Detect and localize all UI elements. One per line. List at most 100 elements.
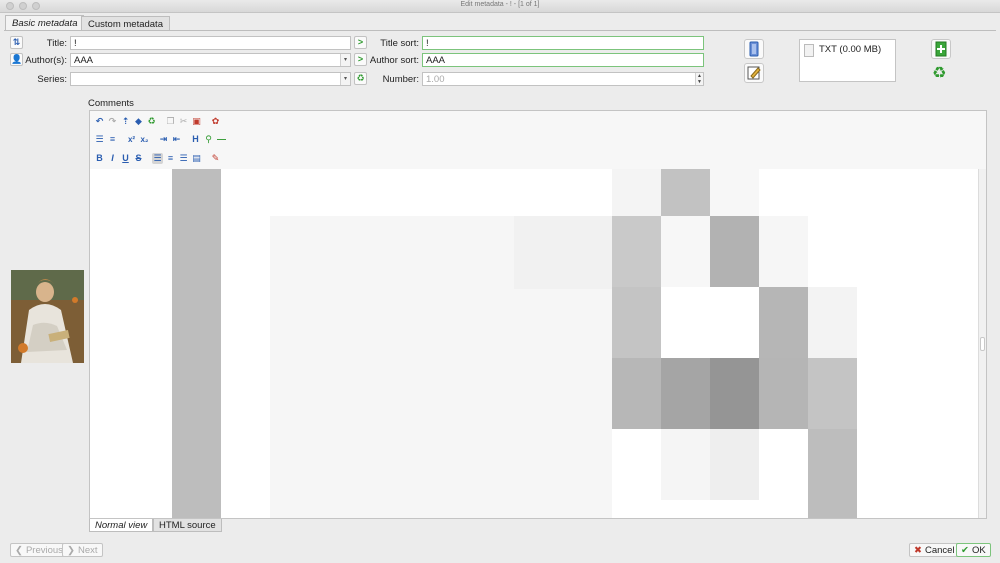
format-item-txt[interactable]: TXT (0.00 MB) bbox=[819, 44, 881, 55]
content-pixel-block bbox=[808, 287, 857, 358]
outdent-icon[interactable]: ⇤ bbox=[171, 134, 182, 145]
ordered-list-icon[interactable]: ☰ bbox=[94, 134, 105, 145]
content-pixel-block bbox=[710, 429, 759, 500]
manage-authors-button[interactable]: 👤 bbox=[10, 53, 23, 66]
align-right-icon[interactable]: ☰ bbox=[178, 153, 189, 164]
remove-format-button[interactable]: ♻ bbox=[931, 63, 951, 83]
tab-basic-metadata[interactable]: Basic metadata bbox=[5, 15, 85, 31]
author-sort-input[interactable]: AAA bbox=[422, 53, 704, 67]
recycle-icon: ♻ bbox=[932, 63, 946, 82]
tab-custom-metadata[interactable]: Custom metadata bbox=[81, 16, 170, 30]
series-label: Series: bbox=[37, 74, 67, 85]
view-book-button[interactable] bbox=[744, 39, 764, 59]
edit-icon bbox=[747, 66, 761, 80]
superscript-icon[interactable]: x² bbox=[126, 134, 137, 145]
insert-image-icon[interactable]: ✿ bbox=[210, 116, 221, 127]
toolbar-row-3: B I U S ☰ ≡ ☰ ▤ ✎ bbox=[94, 151, 221, 165]
undo-icon[interactable]: ↶ bbox=[94, 116, 105, 127]
chevron-right-icon: ❯ bbox=[67, 544, 75, 556]
title-label: Title: bbox=[46, 38, 67, 49]
content-pixel-block bbox=[661, 429, 710, 500]
comments-label: Comments bbox=[88, 98, 134, 109]
window-titlebar: Edit metadata - ! - [1 of 1] bbox=[0, 0, 1000, 13]
align-left-icon[interactable]: ☰ bbox=[152, 152, 163, 164]
unordered-list-icon[interactable]: ≡ bbox=[107, 134, 118, 145]
cover-painting bbox=[11, 270, 84, 363]
content-pixel-block bbox=[612, 287, 661, 358]
comments-content-area[interactable] bbox=[90, 169, 979, 518]
content-pixel-block bbox=[661, 216, 710, 287]
bold-icon[interactable]: B bbox=[94, 153, 105, 164]
tab-html-source[interactable]: HTML source bbox=[153, 519, 222, 532]
authors-combobox[interactable]: AAA ▾ bbox=[70, 53, 351, 67]
content-pixel-block bbox=[661, 358, 710, 429]
align-center-icon[interactable]: ≡ bbox=[165, 153, 176, 164]
styles-icon[interactable]: ⚲ bbox=[203, 134, 214, 145]
paste-icon[interactable]: ▣ bbox=[191, 116, 202, 127]
previous-label: Previous bbox=[25, 544, 63, 556]
cancel-button[interactable]: ✖ Cancel bbox=[909, 543, 960, 557]
recycle-icon: ♻ bbox=[356, 73, 365, 83]
arrow-right-icon: > bbox=[357, 37, 364, 47]
subscript-icon[interactable]: x₂ bbox=[139, 134, 150, 145]
number-value: 1.00 bbox=[426, 74, 445, 85]
swap-icon: ⇅ bbox=[12, 37, 21, 47]
content-pixel-block bbox=[759, 287, 808, 358]
spin-arrows-icon[interactable]: ▲ ▼ bbox=[695, 73, 703, 85]
cut-icon[interactable]: ✂ bbox=[178, 116, 189, 127]
number-label: Number: bbox=[382, 74, 419, 85]
cancel-label: Cancel bbox=[924, 544, 955, 556]
title-input[interactable]: ! bbox=[70, 36, 351, 50]
vertical-scrollbar[interactable] bbox=[978, 169, 986, 518]
redo-icon[interactable]: ↷ bbox=[107, 116, 118, 127]
ok-label: OK bbox=[971, 544, 986, 556]
formats-list[interactable]: TXT (0.00 MB) bbox=[799, 39, 896, 82]
chevron-down-icon[interactable]: ▾ bbox=[340, 73, 350, 85]
copy-title-to-sort-button[interactable]: > bbox=[354, 36, 367, 49]
cancel-x-icon: ✖ bbox=[914, 544, 922, 556]
comments-editor[interactable]: ↶ ↷ ⇡ ◆ ♻ ❐ ✂ ▣ ✿ ☰ ≡ x² x₂ ⇥ ⇤ H ⚲ — B … bbox=[89, 110, 987, 519]
arrow-right-icon: > bbox=[357, 54, 364, 64]
content-pixel-block bbox=[612, 216, 661, 287]
author-sort-label: Author sort: bbox=[369, 55, 419, 66]
previous-button[interactable]: ❮ Previous bbox=[10, 543, 68, 557]
book-cover-image[interactable] bbox=[11, 270, 84, 363]
italic-icon[interactable]: I bbox=[107, 153, 118, 164]
series-number-spinbox[interactable]: 1.00 ▲ ▼ bbox=[422, 72, 704, 86]
ok-button[interactable]: ✔ OK bbox=[956, 543, 991, 557]
remove-format-icon[interactable]: ♻ bbox=[146, 116, 157, 127]
content-pixel-block bbox=[759, 216, 808, 287]
authors-label: Author(s): bbox=[25, 55, 67, 66]
user-icon: 👤 bbox=[11, 54, 23, 64]
next-button[interactable]: ❯ Next bbox=[62, 543, 103, 557]
document-icon bbox=[804, 44, 814, 57]
heading-icon[interactable]: H bbox=[190, 134, 201, 145]
text-color-icon[interactable]: ✎ bbox=[210, 153, 221, 164]
select-all-icon[interactable]: ⇡ bbox=[120, 116, 131, 127]
content-pixel-block bbox=[612, 358, 661, 429]
book-icon bbox=[749, 41, 759, 57]
chevron-down-icon[interactable]: ▾ bbox=[340, 54, 350, 66]
horizontal-rule-icon[interactable]: — bbox=[216, 134, 227, 145]
title-sort-label: Title sort: bbox=[380, 38, 419, 49]
strikethrough-icon[interactable]: S bbox=[133, 153, 144, 164]
add-format-button[interactable] bbox=[931, 39, 951, 59]
clear-icon[interactable]: ◆ bbox=[133, 116, 144, 127]
copy-icon[interactable]: ❐ bbox=[165, 116, 176, 127]
chevron-left-icon: ❮ bbox=[15, 544, 23, 556]
authors-value: AAA bbox=[74, 55, 94, 66]
clear-series-button[interactable]: ♻ bbox=[354, 72, 367, 85]
title-sort-input[interactable]: ! bbox=[422, 36, 704, 50]
swap-title-author-button[interactable]: ⇅ bbox=[10, 36, 23, 49]
underline-icon[interactable]: U bbox=[120, 153, 131, 164]
scrollbar-thumb[interactable] bbox=[980, 337, 985, 351]
content-pixel-block bbox=[172, 169, 221, 518]
series-combobox[interactable]: ▾ bbox=[70, 72, 351, 86]
content-pixel-block bbox=[808, 429, 857, 518]
content-pixel-block bbox=[710, 358, 759, 429]
edit-metadata-button[interactable] bbox=[744, 63, 764, 83]
content-pixel-block bbox=[612, 169, 661, 216]
indent-icon[interactable]: ⇥ bbox=[158, 134, 169, 145]
tab-normal-view[interactable]: Normal view bbox=[89, 519, 154, 532]
justify-icon[interactable]: ▤ bbox=[191, 153, 202, 164]
